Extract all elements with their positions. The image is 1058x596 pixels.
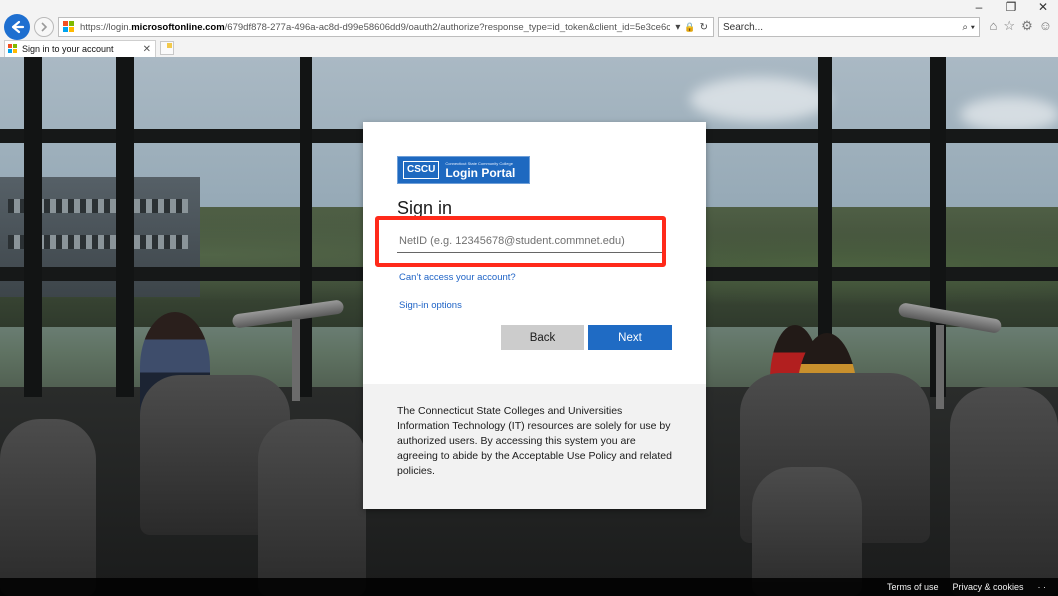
- address-bar[interactable]: https://login.microsoftonline.com/679df8…: [58, 17, 714, 37]
- window-frame: [24, 57, 42, 397]
- address-bar-icons: ▾ 🔒 ↻: [670, 22, 713, 33]
- acceptable-use-notice: The Connecticut State Colleges and Unive…: [397, 405, 672, 477]
- maximize-icon[interactable]: ❐: [1002, 0, 1020, 14]
- browser-back-button[interactable]: [4, 14, 30, 40]
- tab-title: Sign in to your account: [22, 44, 114, 54]
- cant-access-account-link[interactable]: Can’t access your account?: [399, 272, 516, 283]
- arrow-right-icon: [41, 22, 48, 32]
- more-options-icon[interactable]: · ·: [1038, 582, 1047, 592]
- back-button[interactable]: Back: [501, 325, 584, 350]
- dropdown-icon[interactable]: ▾: [675, 22, 680, 33]
- lounge-chair: [950, 387, 1058, 596]
- browser-chrome: – ❐ ✕ https://login.microsoftonline.com/…: [0, 0, 1058, 57]
- sign-in-panel: CSCU Connecticut State Community College…: [363, 122, 706, 384]
- lounge-chair: [258, 419, 366, 596]
- microsoft-favicon-icon: [8, 44, 18, 54]
- footer-links: Terms of use Privacy & cookies · ·: [887, 578, 1046, 596]
- browser-forward-button[interactable]: [34, 17, 54, 37]
- cscu-logo-text: Connecticut State Community College Logi…: [445, 161, 515, 180]
- cscu-logo: CSCU Connecticut State Community College…: [397, 156, 530, 184]
- cscu-logo-title: Login Portal: [445, 165, 516, 180]
- minimize-icon[interactable]: –: [970, 0, 988, 14]
- browser-search-box: ⌕ ▾: [718, 17, 980, 37]
- background-cloud: [690, 77, 830, 122]
- tab-bar: Sign in to your account ✕: [0, 40, 1058, 57]
- refresh-icon[interactable]: ↻: [700, 22, 708, 33]
- page-footer: Terms of use Privacy & cookies · ·: [0, 578, 1058, 596]
- favorites-star-icon[interactable]: ☆: [1003, 18, 1015, 34]
- page-title: Sign in: [397, 198, 453, 218]
- netid-input[interactable]: [397, 229, 665, 253]
- navigation-bar: https://login.microsoftonline.com/679df8…: [0, 14, 1058, 40]
- terms-of-use-link[interactable]: Terms of use: [887, 582, 939, 592]
- privacy-cookies-link[interactable]: Privacy & cookies: [952, 582, 1023, 592]
- arrow-left-icon: [11, 20, 25, 34]
- policy-panel: The Connecticut State Colleges and Unive…: [363, 384, 706, 509]
- home-icon[interactable]: ⌂: [990, 18, 998, 34]
- tab-sign-in[interactable]: Sign in to your account ✕: [4, 40, 156, 57]
- sign-in-options-link[interactable]: Sign-in options: [399, 300, 462, 311]
- window-controls: – ❐ ✕: [970, 0, 1052, 14]
- lock-icon[interactable]: 🔒: [684, 22, 695, 33]
- desk-lamp: [292, 319, 300, 401]
- url-prefix: https://login.: [80, 21, 132, 33]
- next-button[interactable]: Next: [588, 325, 672, 350]
- search-icon[interactable]: ⌕ ▾: [962, 22, 975, 33]
- lounge-chair: [0, 419, 96, 596]
- sign-in-card: CSCU Connecticut State Community College…: [363, 122, 706, 509]
- tab-close-icon[interactable]: ✕: [143, 44, 151, 55]
- settings-gear-icon[interactable]: ⚙: [1021, 18, 1033, 34]
- window-frame: [300, 57, 312, 397]
- desk-lamp: [936, 325, 944, 409]
- microsoft-logo-icon: [63, 21, 75, 33]
- url-suffix: /679df878-277a-496a-ac8d-d99e58606dd9/oa…: [224, 21, 671, 33]
- lounge-chair: [752, 467, 862, 596]
- close-window-icon[interactable]: ✕: [1034, 0, 1052, 14]
- background-cloud: [960, 97, 1058, 132]
- window-frame: [116, 57, 134, 397]
- address-url[interactable]: https://login.microsoftonline.com/679df8…: [80, 22, 670, 33]
- cscu-logo-mark: CSCU: [403, 161, 440, 179]
- new-tab-button[interactable]: [160, 41, 174, 55]
- url-domain: microsoftonline.com: [131, 21, 225, 33]
- browser-search-input[interactable]: [723, 21, 943, 33]
- browser-tools: ⌂ ☆ ⚙ ☺: [990, 18, 1052, 34]
- page-viewport: CSCU Connecticut State Community College…: [0, 57, 1058, 596]
- feedback-smiley-icon[interactable]: ☺: [1039, 18, 1052, 34]
